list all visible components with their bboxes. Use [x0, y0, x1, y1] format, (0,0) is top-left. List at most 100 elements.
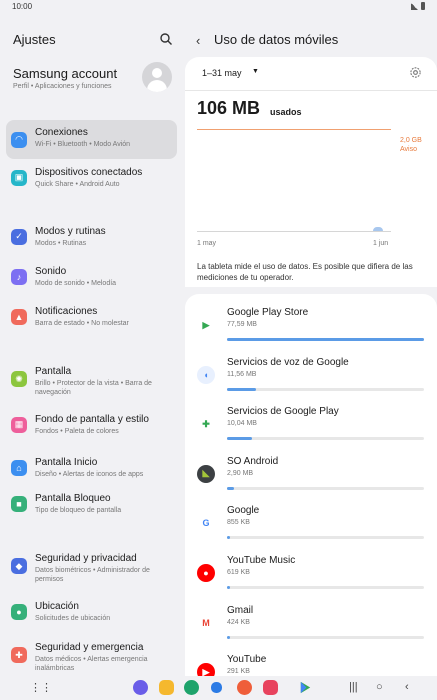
play-store-icon: ▶: [197, 316, 215, 334]
page-title: Uso de datos móviles: [214, 32, 339, 47]
settings-title: Ajustes: [13, 32, 56, 47]
bell-icon: ▲: [11, 308, 27, 325]
usage-bar-fill: [227, 536, 230, 540]
x-start-label: 1 may: [197, 240, 217, 247]
usage-bar-fill: [227, 486, 235, 490]
check-circle-icon: ✓: [11, 228, 27, 245]
menu-item-subtitle: Solicitudes de ubicación: [35, 615, 111, 622]
avatar[interactable]: [142, 62, 172, 92]
sound-icon: ♪: [11, 268, 27, 285]
usage-bar-fill: [227, 437, 253, 441]
menu-item-ubicación[interactable]: ● Ubicación Solicitudes de ubicación: [6, 595, 177, 628]
location-icon: ●: [11, 603, 27, 620]
app-name: Google: [227, 505, 260, 517]
app-data-size: 291 KB: [227, 668, 250, 676]
menu-item-subtitle: Barra de estado • No molestar: [35, 320, 129, 327]
youtube-music-icon: ●: [197, 564, 215, 582]
chevron-down-icon[interactable]: ▼: [252, 68, 259, 75]
menu-item-label: Sonido: [35, 266, 67, 277]
app-usage-row[interactable]: ▶ Google Play Store 77,59 MB: [185, 304, 437, 353]
menu-item-fondo-de-pantalla-y-estilo[interactable]: ▦ Fondo de pantalla y estilo Fondos • Pale…: [6, 408, 177, 441]
devices-icon: ▣: [11, 169, 27, 186]
notes-icon[interactable]: [159, 680, 174, 695]
app-name: Google Play Store: [227, 307, 309, 318]
menu-item-sonido[interactable]: ♪ Sonido Modo de sonido • Melodía: [6, 260, 177, 293]
menu-item-modos-y-rutinas[interactable]: ✓ Modos y rutinas Modos • Rutinas: [6, 220, 177, 253]
app-name: Gmail: [227, 604, 254, 616]
samsung-account[interactable]: Samsung account Perfil • Aplicaciones y …: [0, 62, 185, 102]
menu-item-pantalla[interactable]: ✺ Pantalla Brillo • Protector de la vista …: [6, 359, 177, 399]
wifi-icon: ◠: [11, 131, 27, 148]
chat-icon[interactable]: [211, 682, 222, 693]
period-selector[interactable]: 1–31 may: [202, 68, 242, 78]
usage-bar: [227, 387, 424, 391]
contacts-icon[interactable]: [237, 680, 252, 695]
app-data-size: 855 KB: [227, 519, 250, 527]
messages-icon[interactable]: [133, 680, 148, 695]
signal-icon: [411, 2, 418, 10]
usage-unit: usados: [270, 107, 302, 117]
app-name: YouTube Music: [227, 555, 296, 566]
back-icon[interactable]: ‹: [196, 33, 200, 48]
menu-item-label: Dispositivos conectados: [35, 167, 143, 178]
app-usage-row[interactable]: ◣ SO Android 2,90 MB: [185, 453, 437, 502]
usage-card: 1–31 may ▼ 106 MB usados 2,0 GB Aviso 1 …: [185, 57, 437, 287]
menu-item-subtitle: Brillo • Protector de la vista • Barra d…: [35, 380, 152, 396]
battery-icon: [421, 2, 425, 10]
usage-graph-bump: [373, 227, 383, 231]
menu-item-pantalla-inicio[interactable]: ⌂ Pantalla Inicio Diseño • Alertas de icon…: [6, 451, 177, 484]
menu-item-subtitle: Quick Share • Android Auto: [35, 181, 120, 188]
settings-pane: Ajustes Samsung account Perfil • Aplicac…: [0, 14, 185, 676]
menu-item-label: Pantalla: [35, 366, 72, 377]
gallery-icon[interactable]: [263, 680, 278, 695]
menu-item-label: Modos y rutinas: [35, 226, 106, 237]
app-usage-row[interactable]: ◖ Servicios de voz de Google 11,56 MB: [185, 354, 437, 403]
emergency-icon: ✚: [11, 647, 27, 663]
app-data-size: 619 KB: [227, 569, 250, 576]
app-name: Servicios de voz de Google: [227, 356, 349, 368]
gear-icon[interactable]: [409, 66, 422, 79]
menu-item-subtitle: Modo de sonido • Melodía: [35, 280, 117, 287]
menu-item-notificaciones[interactable]: ▲ Notificaciones Barra de estado • No mole…: [6, 300, 177, 333]
usage-bar: [227, 486, 424, 490]
status-bar: 10:00: [0, 0, 437, 14]
menu-item-conexiones[interactable]: ◠ Conexiones Wi-Fi • Bluetooth • Modo Avió…: [6, 120, 177, 159]
menu-item-seguridad-y-emergencia[interactable]: ✚ Seguridad y emergencia Datos médicos • A…: [6, 635, 177, 675]
apps-grid-icon[interactable]: ⋮⋮: [30, 681, 52, 694]
warning-value: 2,0 GB: [400, 137, 422, 144]
usage-bar: [227, 586, 424, 589]
home-icon: ⌂: [11, 459, 27, 476]
app-usage-row[interactable]: ▶ YouTube 291 KB: [185, 651, 437, 676]
lock-icon: ■: [11, 495, 27, 512]
menu-item-subtitle: Tipo de bloqueo de pantalla: [35, 507, 122, 514]
app-usage-row[interactable]: M Gmail 424 KB: [185, 602, 437, 651]
app-usage-row[interactable]: G Google 855 KB: [185, 502, 437, 551]
play-services-icon: ✚: [197, 415, 215, 434]
app-data-size: 77,59 MB: [227, 321, 257, 328]
search-icon[interactable]: [159, 32, 173, 46]
play-store-icon[interactable]: [298, 680, 313, 695]
warning-label[interactable]: 2,0 GB Aviso: [400, 136, 422, 154]
menu-item-label: Ubicación: [35, 601, 79, 612]
warning-line: [197, 129, 391, 130]
menu-item-label: Conexiones: [35, 127, 88, 138]
home-icon[interactable]: ○: [376, 681, 383, 693]
menu-item-label: Pantalla Inicio: [35, 457, 98, 468]
recents-icon[interactable]: |||: [349, 681, 358, 693]
usage-bar-fill: [227, 586, 230, 589]
back-nav-icon[interactable]: ‹: [405, 681, 409, 693]
android-icon: ◣: [197, 464, 215, 483]
phone-icon[interactable]: [184, 680, 199, 695]
app-usage-row[interactable]: ✚ Servicios de Google Play 10,04 MB: [185, 403, 437, 452]
menu-item-dispositivos-conectados[interactable]: ▣ Dispositivos conectados Quick Share • An…: [6, 161, 177, 194]
app-usage-row[interactable]: ● YouTube Music 619 KB: [185, 552, 437, 601]
warning-text: Aviso: [400, 146, 417, 153]
navigation-bar: ⋮⋮ ||| ○ ‹: [0, 676, 437, 700]
menu-item-seguridad-y-privacidad[interactable]: ◆ Seguridad y privacidad Datos biométricos…: [6, 546, 177, 586]
app-name: SO Android: [227, 455, 279, 467]
menu-item-label: Fondo de pantalla y estilo: [35, 414, 149, 425]
menu-item-pantalla-bloqueo[interactable]: ■ Pantalla Bloqueo Tipo de bloqueo de pant…: [6, 487, 177, 520]
usage-bar: [227, 635, 424, 639]
app-name: Servicios de Google Play: [227, 406, 339, 418]
menu-item-label: Seguridad y privacidad: [35, 553, 137, 564]
